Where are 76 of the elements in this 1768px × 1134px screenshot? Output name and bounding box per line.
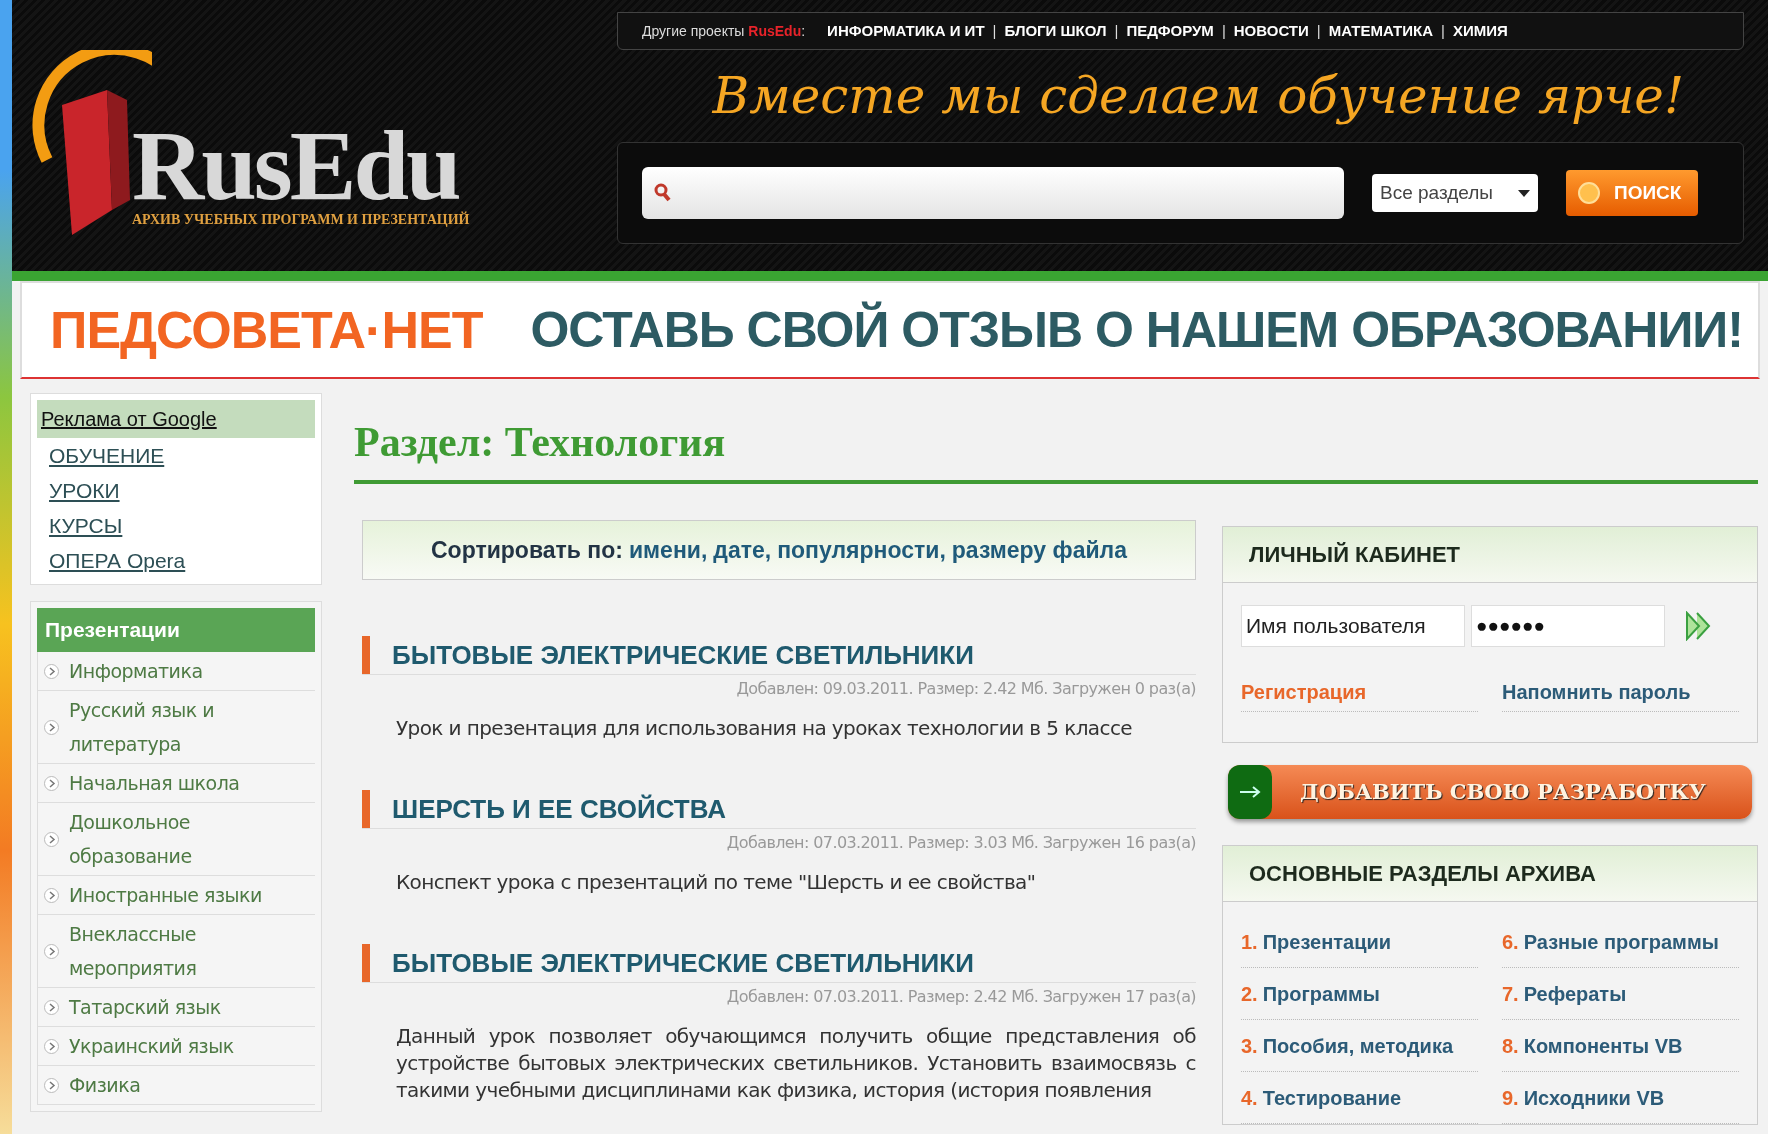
- project-link[interactable]: ПЕДФОРУМ: [1126, 19, 1214, 43]
- project-link[interactable]: ХИМИЯ: [1452, 19, 1508, 43]
- accent-bar: [362, 790, 370, 828]
- ads-title-link[interactable]: Реклама от Google: [37, 400, 315, 438]
- archive-section-link[interactable]: 1. Презентации: [1241, 916, 1478, 968]
- nav-separator: |: [1114, 20, 1119, 41]
- category-item[interactable]: Физика: [37, 1066, 315, 1105]
- expand-icon: [44, 943, 59, 959]
- remind-password-link[interactable]: Напомнить пароль: [1502, 677, 1739, 712]
- expand-icon: [44, 719, 59, 735]
- ad-link[interactable]: ОБУЧЕНИЕ: [37, 438, 315, 473]
- expand-icon: [44, 775, 59, 791]
- project-link[interactable]: ИНФОРМАТИКА И ИТ: [827, 19, 985, 43]
- password-field[interactable]: ●●●●●●: [1471, 605, 1665, 647]
- project-link[interactable]: БЛОГИ ШКОЛ: [1004, 19, 1107, 43]
- item-title-link[interactable]: ШЕРСТЬ И ЕЕ СВОЙСТВА: [392, 790, 726, 828]
- archive-section-link[interactable]: 6. Разные программы: [1502, 916, 1739, 968]
- nav-separator: |: [1221, 20, 1226, 41]
- ad-link[interactable]: УРОКИ: [37, 473, 315, 508]
- category-item[interactable]: Информатика: [37, 652, 315, 691]
- item-description: Конспект урока с презентаций по теме "Шерсть и ее свойства": [395, 869, 1037, 896]
- login-arrow-icon[interactable]: [1685, 611, 1711, 641]
- archive-title: ОСНОВНЫЕ РАЗДЕЛЫ АРХИВА: [1223, 846, 1757, 902]
- category-item[interactable]: Начальная школа: [37, 764, 315, 803]
- feedback-banner[interactable]: ПЕДСОВЕТА·НЕТ ОСТАВЬ СВОЙ ОТЗЫВ О НАШЕМ ОБРАЗОВАНИИ!: [20, 281, 1760, 379]
- category-item[interactable]: Русский язык и литература: [37, 691, 315, 764]
- banner-brand: ПЕДСОВЕТА·НЕТ: [50, 300, 483, 361]
- archive-section-link[interactable]: 4. Тестирование: [1241, 1072, 1478, 1124]
- item-description: Урок и презентация для использования на уроках технологии в 5 классе: [395, 715, 1133, 742]
- item-meta: Добавлен: 07.03.2011. Размер: 3.03 Мб. Загружен 16 раз(а): [726, 832, 1196, 854]
- expand-icon: [44, 831, 59, 847]
- item-title-link[interactable]: БЫТОВЫЕ ЭЛЕКТРИЧЕСКИЕ СВЕТИЛЬНИКИ: [392, 636, 974, 674]
- nav-separator: |: [992, 20, 997, 41]
- username-field[interactable]: Имя пользователя: [1241, 605, 1465, 647]
- category-item[interactable]: Татарский язык: [37, 988, 315, 1027]
- sort-label: Сортировать по:: [431, 535, 623, 565]
- expand-icon: [44, 887, 59, 903]
- sort-link[interactable]: дате,: [713, 532, 772, 568]
- expand-icon: [44, 999, 59, 1015]
- section-dropdown[interactable]: Все разделы: [1372, 174, 1538, 212]
- item-title-link[interactable]: БЫТОВЫЕ ЭЛЕКТРИЧЕСКИЕ СВЕТИЛЬНИКИ: [392, 944, 974, 982]
- category-item[interactable]: Украинский язык: [37, 1027, 315, 1066]
- slogan-text: Вместе мы сделаем обучение ярче!: [712, 65, 1684, 127]
- ad-link[interactable]: КУРСЫ: [37, 508, 315, 543]
- sort-link[interactable]: размеру файла: [951, 532, 1127, 568]
- accent-bar: [362, 636, 370, 674]
- sort-link[interactable]: имени,: [628, 532, 708, 568]
- category-item[interactable]: Дошкольное образование: [37, 803, 315, 876]
- item-meta: Добавлен: 09.03.2011. Размер: 2.42 Мб. Загружен 0 раз(а): [736, 678, 1196, 700]
- nav-separator: |: [1316, 20, 1321, 41]
- category-item[interactable]: Иностранные языки: [37, 876, 315, 915]
- archive-section-link[interactable]: 9. Исходники VB: [1502, 1072, 1739, 1124]
- expand-icon: [44, 663, 59, 679]
- ad-link[interactable]: ОПЕРА Opera: [37, 543, 315, 578]
- archive-section-link[interactable]: 3. Пособия, методика: [1241, 1020, 1478, 1072]
- nav-separator: |: [1441, 20, 1445, 41]
- item-meta: Добавлен: 07.03.2011. Размер: 2.42 Мб. Загружен 17 раз(а): [726, 986, 1196, 1008]
- banner-message: ОСТАВЬ СВОЙ ОТЗЫВ О НАШЕМ ОБРАЗОВАНИИ!: [530, 300, 1743, 360]
- account-title: ЛИЧНЫЙ КАБИНЕТ: [1223, 527, 1757, 583]
- expand-icon: [44, 1077, 59, 1093]
- item-description: Данный урок позволяет обучающимся получить общие представления об устройстве бытовых электрических светильников. Установить взаимосвязь с такими учебными дисциплинами как физика, история (история появления: [395, 1023, 1196, 1104]
- project-link[interactable]: МАТЕМАТИКА: [1328, 19, 1433, 43]
- category-item[interactable]: Внеклассные мероприятия: [37, 915, 315, 988]
- search-icon: [654, 183, 672, 203]
- archive-section-link[interactable]: 2. Программы: [1241, 968, 1478, 1020]
- project-link[interactable]: НОВОСТИ: [1233, 19, 1309, 43]
- projects-label: Другие проекты RusEdu:: [642, 21, 806, 41]
- archive-section-link[interactable]: 8. Компоненты VB: [1502, 1020, 1739, 1072]
- caret-icon: [1518, 189, 1530, 197]
- accent-bar: [362, 944, 370, 982]
- section-title: Раздел: Технология: [354, 418, 727, 467]
- expand-icon: [44, 1038, 59, 1054]
- archive-section-link[interactable]: 7. Рефераты: [1502, 968, 1739, 1020]
- search-field[interactable]: [642, 167, 1344, 219]
- sort-link[interactable]: популярности,: [777, 532, 946, 568]
- categories-title: Презентации: [37, 608, 315, 652]
